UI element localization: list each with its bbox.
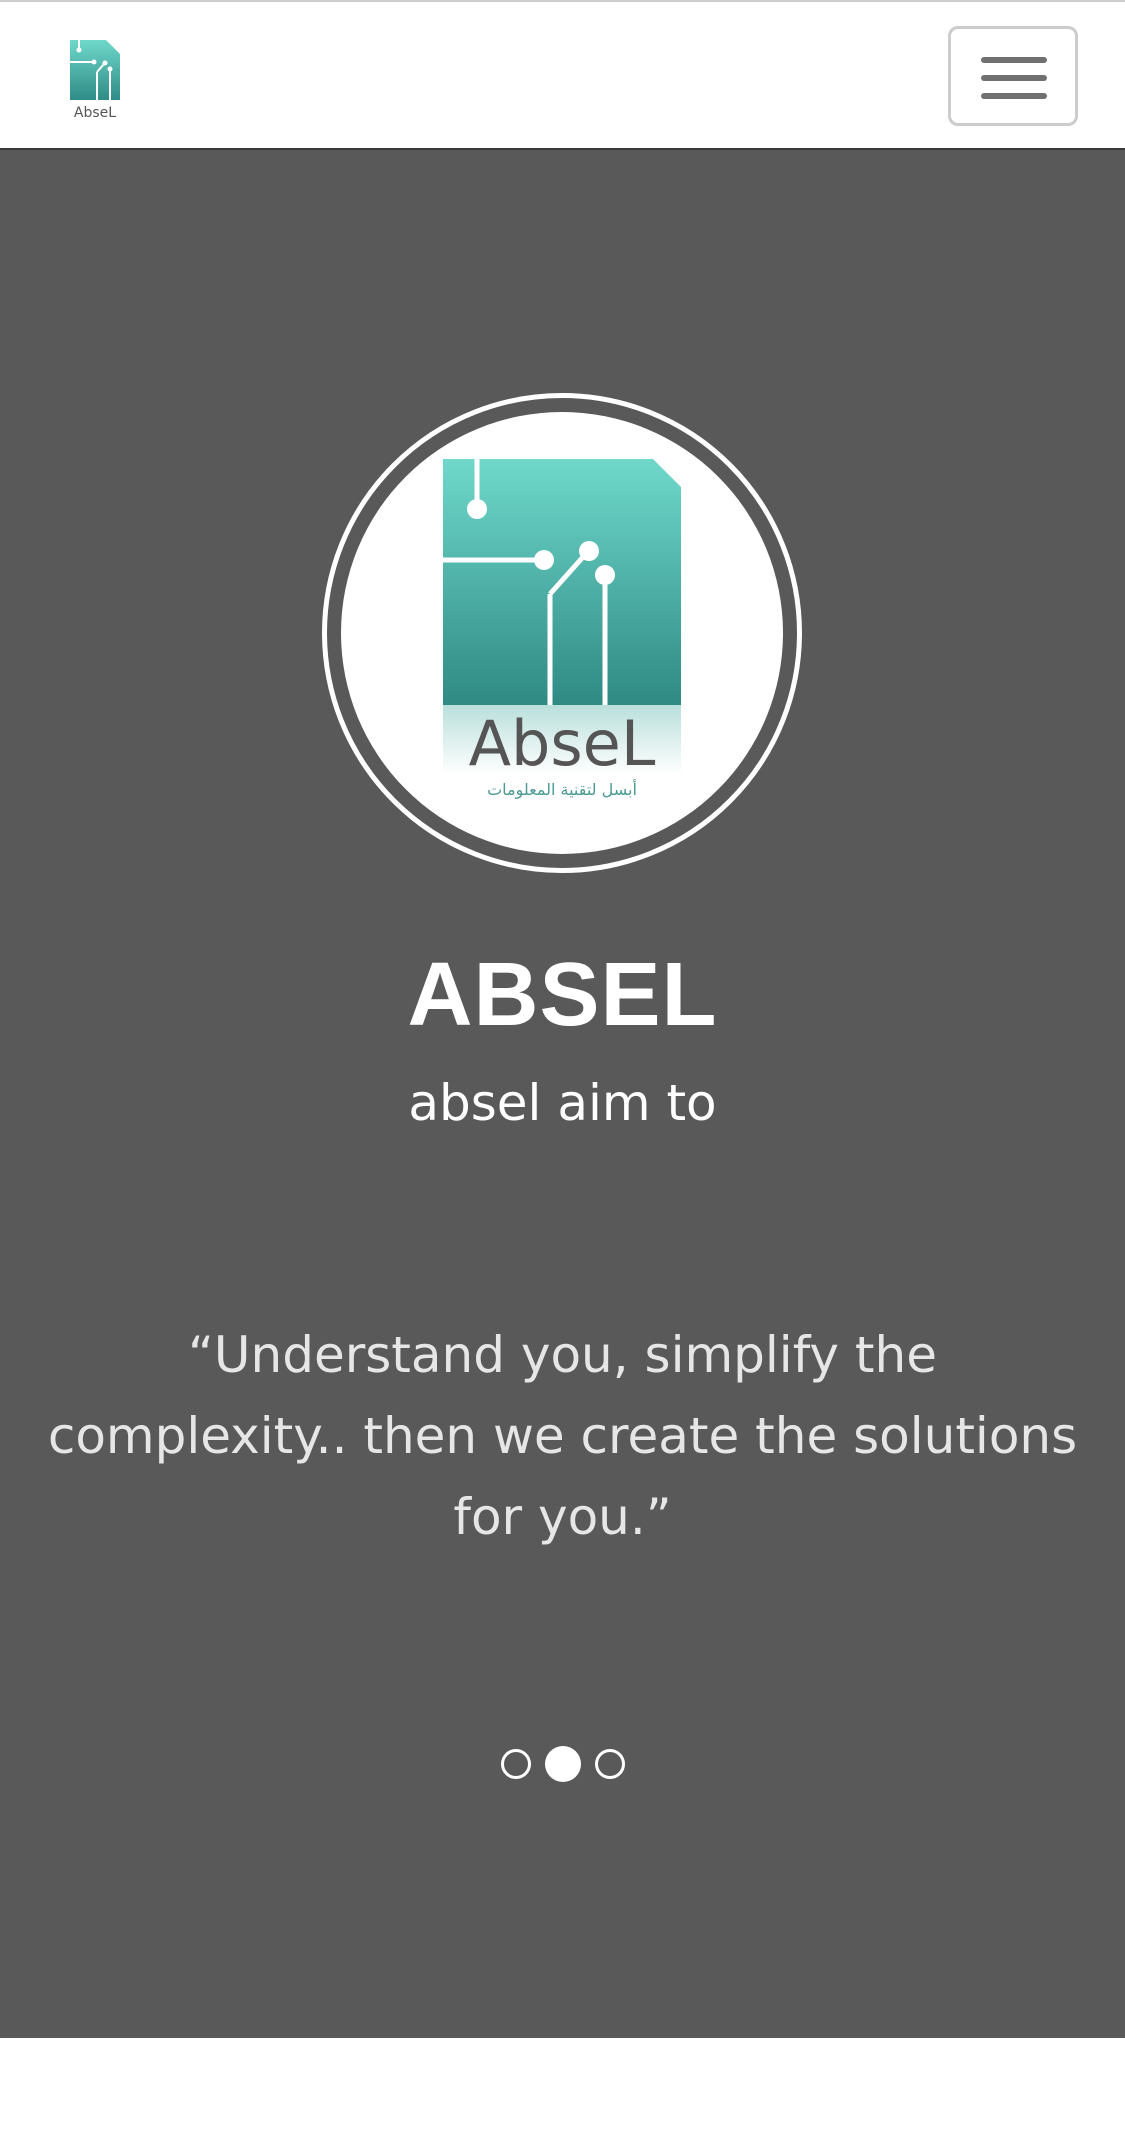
hamburger-icon-bar <box>981 57 1047 63</box>
profile-avatar-ring: AbseL أبسل لتقنية المعلومات <box>322 393 802 873</box>
hamburger-icon-bar <box>981 75 1047 81</box>
profile-avatar: AbseL أبسل لتقنية المعلومات <box>341 412 783 854</box>
navbar: AbseL <box>0 0 1125 150</box>
menu-toggle-button[interactable] <box>948 26 1078 126</box>
brand-logo-text: AbseL <box>74 105 116 121</box>
brand-logo[interactable]: AbseL <box>66 38 126 124</box>
carousel-dot-3[interactable] <box>594 1749 625 1779</box>
hero-quote: “Understand you, simplify the complexity… <box>47 1326 1078 1546</box>
carousel-dot-1[interactable] <box>500 1749 531 1779</box>
hamburger-icon-bar <box>981 93 1047 99</box>
hero-title: ABSEL <box>407 945 718 1045</box>
avatar-logo-tagline: أبسل لتقنية المعلومات <box>487 779 637 800</box>
avatar-logo-text: AbseL <box>469 707 656 780</box>
carousel-dot-2-active[interactable] <box>544 1746 581 1782</box>
carousel-indicators <box>0 1746 1125 1786</box>
hero-section: AbseL أبسل لتقنية المعلومات ABSEL absel … <box>0 150 1125 2038</box>
hero-subtitle: absel aim to <box>408 1074 717 1132</box>
